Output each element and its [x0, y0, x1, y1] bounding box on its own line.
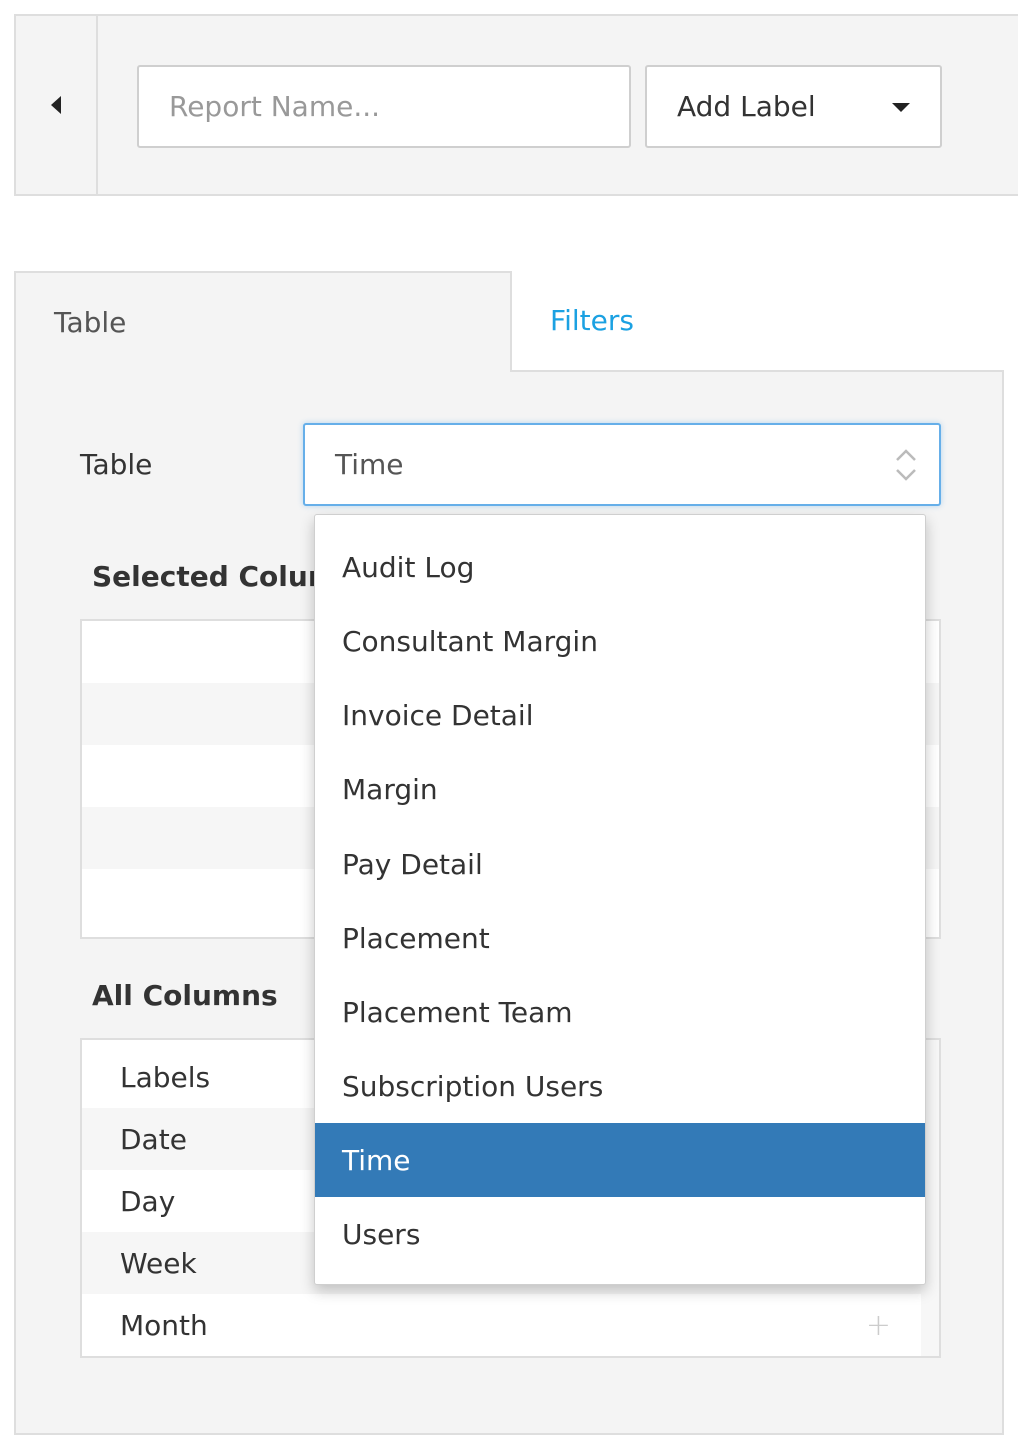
column-row-month[interactable]: Month +: [82, 1294, 921, 1356]
report-header: Add Label: [14, 14, 1018, 196]
column-label: Week: [120, 1246, 197, 1280]
add-label-dropdown[interactable]: Add Label: [645, 65, 942, 148]
table-field-label: Table: [80, 448, 153, 481]
tab-filters[interactable]: Filters: [510, 271, 1004, 372]
table-options-dropdown[interactable]: Audit Log Consultant Margin Invoice Deta…: [314, 514, 926, 1285]
option-users[interactable]: Users: [315, 1197, 925, 1271]
column-label: Date: [120, 1122, 187, 1156]
back-button[interactable]: [16, 16, 98, 194]
caret-down-icon: [892, 103, 910, 112]
table-select[interactable]: Time: [303, 423, 941, 506]
report-name-input[interactable]: [137, 65, 631, 148]
option-time[interactable]: Time: [315, 1123, 925, 1197]
option-invoice-detail[interactable]: Invoice Detail: [315, 678, 925, 752]
select-updown-icon: [896, 449, 916, 481]
option-audit-log[interactable]: Audit Log: [315, 530, 925, 604]
option-margin[interactable]: Margin: [315, 752, 925, 826]
column-label: Day: [120, 1184, 176, 1218]
column-label: Month: [120, 1308, 208, 1342]
add-label-text: Add Label: [677, 90, 816, 123]
column-label: Labels: [120, 1060, 211, 1094]
plus-icon[interactable]: +: [866, 1308, 891, 1343]
tab-table[interactable]: Table: [16, 273, 510, 372]
option-consultant-margin[interactable]: Consultant Margin: [315, 604, 925, 678]
option-placement-team[interactable]: Placement Team: [315, 975, 925, 1049]
table-select-value: Time: [335, 448, 404, 481]
option-pay-detail[interactable]: Pay Detail: [315, 827, 925, 901]
option-placement[interactable]: Placement: [315, 901, 925, 975]
caret-left-icon: [51, 96, 61, 114]
option-subscription-users[interactable]: Subscription Users: [315, 1049, 925, 1123]
all-columns-title: All Columns: [92, 979, 278, 1012]
